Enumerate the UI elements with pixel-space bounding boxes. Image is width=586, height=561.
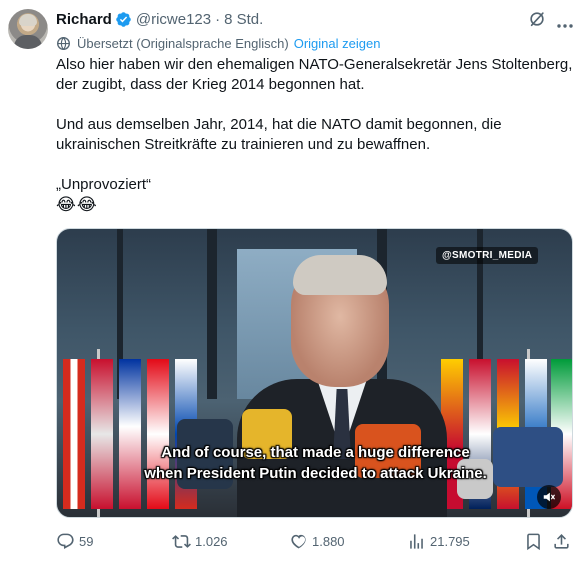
video-subtitle-line-1: And of course, that made a huge differen… [161,444,470,461]
translation-info: Übersetzt (Originalsprache Englisch) Ori… [56,34,380,52]
show-original-link[interactable]: Original zeigen [294,36,381,51]
author-name[interactable]: Richard [56,11,112,28]
views-icon [410,533,423,549]
tweet[interactable]: Richard @ricwe123 · 8 Std. Übersetzt (Or… [0,0,586,561]
bookmark-button[interactable] [524,531,547,551]
tweet-text: Also hier haben wir den ehemaligen NATO-… [56,55,576,215]
speaker-muted-icon[interactable] [537,485,561,509]
avatar[interactable] [8,9,48,49]
flag [119,359,141,509]
repost-button[interactable]: 1.026 [172,531,228,551]
reply-icon [57,533,74,549]
tweet-text-paragraph-1: Also hier haben wir den ehemaligen NATO-… [56,56,573,93]
tweet-header: Richard @ricwe123 · 8 Std. [56,9,263,29]
repost-count: 1.026 [195,533,228,549]
share-button[interactable] [552,531,575,551]
repost-icon [172,534,191,548]
video-watermark: @SMOTRI_MEDIA [436,247,539,264]
verified-badge-icon[interactable] [115,11,132,28]
heart-icon [291,534,306,548]
flag [91,359,113,509]
flag [63,359,85,509]
tweet-text-paragraph-2: Und aus demselben Jahr, 2014, hat die NA… [56,116,502,153]
like-button[interactable]: 1.880 [289,531,345,551]
reply-button[interactable]: 59 [56,531,93,551]
like-count: 1.880 [312,533,345,549]
share-icon [554,533,569,549]
tweet-emoji: 😂😂 [56,195,98,214]
bookmark-icon [527,533,540,550]
grok-icon[interactable] [528,10,546,28]
more-icon[interactable] [556,16,574,28]
tweet-text-paragraph-3: „Unprovoziert“ [56,176,152,193]
view-count: 21.795 [430,533,470,549]
flag [147,359,169,509]
action-bar: 59 1.026 1.880 21.795 [56,531,576,551]
translated-label: Übersetzt (Originalsprache Englisch) [77,35,289,51]
separator-dot: · [215,10,221,28]
video-player[interactable]: @SMOTRI_MEDIA And of course, that made a… [56,228,573,518]
author-handle[interactable]: @ricwe123 [136,11,211,28]
reply-count: 59 [79,533,94,549]
timestamp[interactable]: 8 Std. [224,11,263,28]
globe-icon [56,36,71,51]
views-button[interactable]: 21.795 [407,531,470,551]
video-subtitle-line-2: when President Putin decided to attack U… [144,465,487,482]
